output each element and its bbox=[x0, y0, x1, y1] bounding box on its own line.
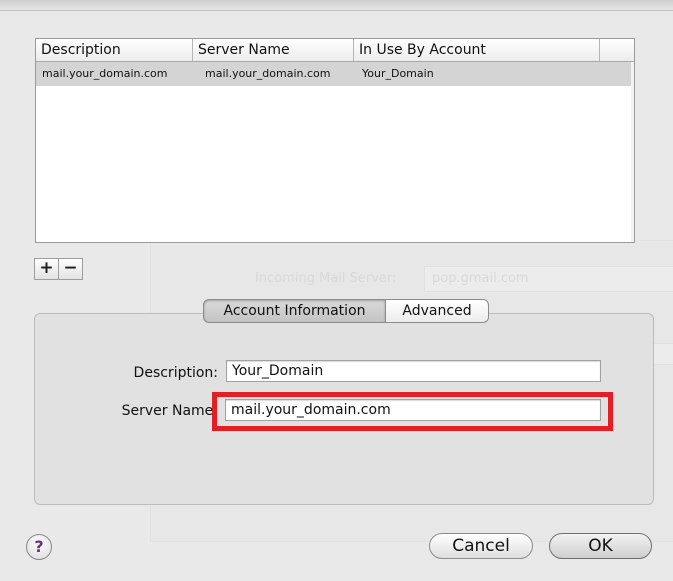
background-incoming-field bbox=[424, 266, 673, 292]
tab-advanced[interactable]: Advanced bbox=[385, 299, 489, 323]
remove-server-button[interactable]: − bbox=[58, 258, 83, 280]
cell-description: mail.your_domain.com bbox=[42, 67, 168, 80]
background-incoming-value: pop.gmail.com bbox=[432, 271, 529, 286]
server-name-label: Server Name: bbox=[121, 403, 218, 419]
help-button[interactable]: ? bbox=[26, 534, 52, 560]
background-incoming-label: Incoming Mail Server: bbox=[255, 271, 397, 286]
column-header-filler bbox=[600, 39, 634, 61]
add-server-button[interactable]: + bbox=[34, 258, 59, 280]
cancel-button[interactable]: Cancel bbox=[429, 533, 533, 559]
cell-server-name: mail.your_domain.com bbox=[205, 67, 331, 80]
tab-account-information[interactable]: Account Information bbox=[203, 299, 386, 323]
description-label: Description: bbox=[133, 365, 218, 381]
servers-table[interactable]: Description Server Name In Use By Accoun… bbox=[35, 38, 635, 243]
table-header: Description Server Name In Use By Accoun… bbox=[36, 39, 634, 62]
column-header-server-name[interactable]: Server Name bbox=[193, 39, 354, 61]
column-header-in-use-by-account[interactable]: In Use By Account bbox=[354, 39, 600, 61]
sheet-top-edge bbox=[0, 0, 673, 11]
column-header-description[interactable]: Description bbox=[36, 39, 193, 61]
description-field[interactable]: Your_Domain bbox=[226, 360, 601, 382]
highlight-box bbox=[212, 392, 613, 431]
table-row[interactable]: mail.your_domain.com mail.your_domain.co… bbox=[36, 62, 634, 86]
table-scrollbar[interactable] bbox=[631, 62, 634, 242]
cell-account: Your_Domain bbox=[362, 67, 434, 80]
ok-button[interactable]: OK bbox=[549, 533, 652, 559]
